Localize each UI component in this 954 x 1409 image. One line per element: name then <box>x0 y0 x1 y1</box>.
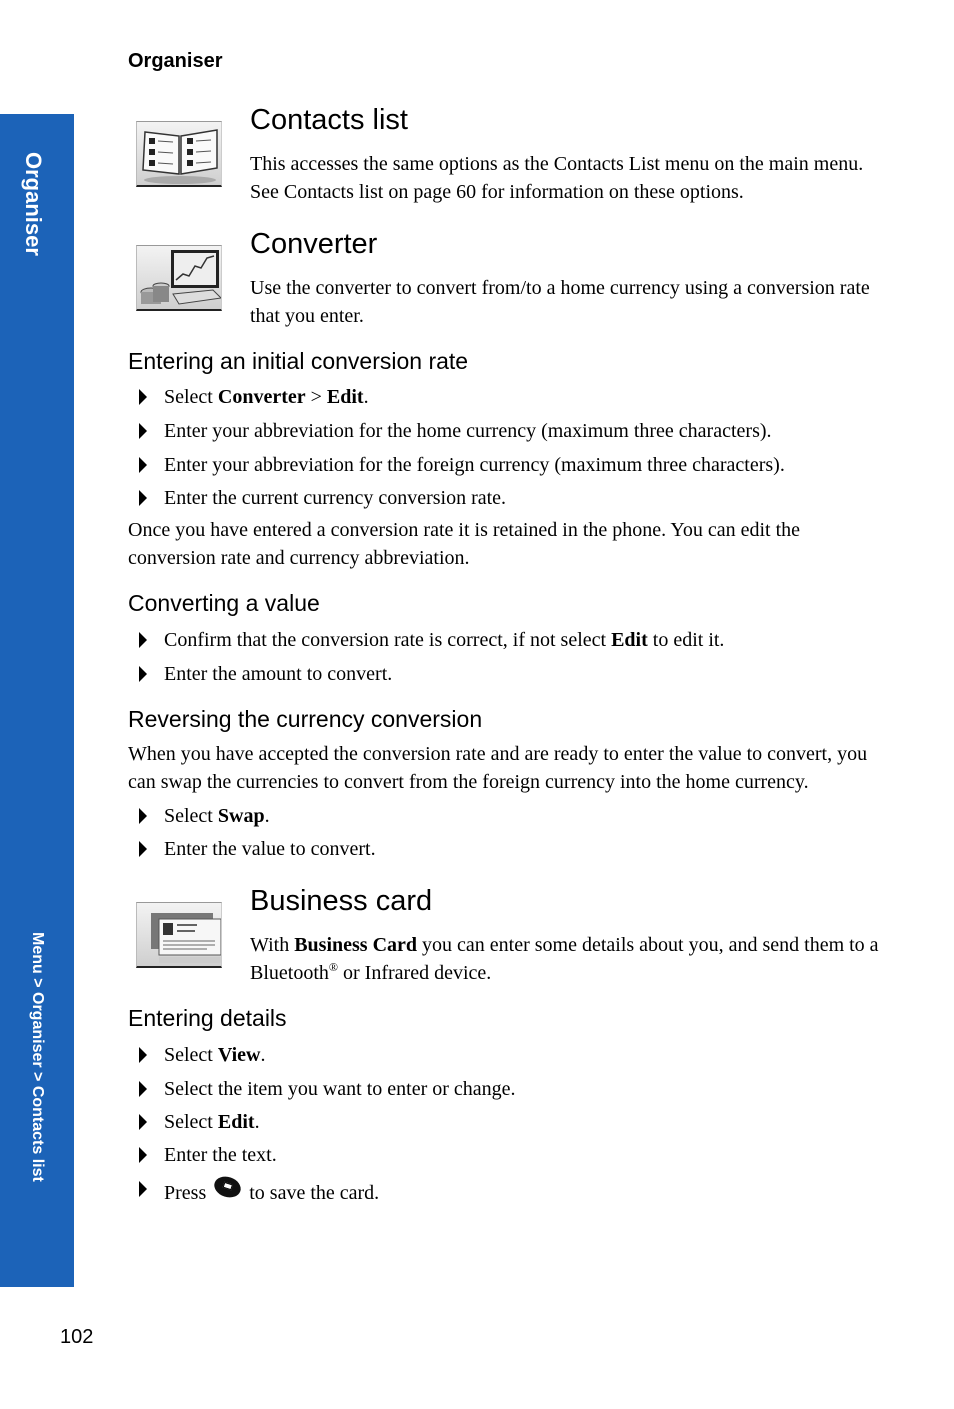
bullet-arrow-icon <box>139 490 147 506</box>
subheading-entering-details: Entering details <box>128 1005 287 1031</box>
list-item: Press to save the card. <box>128 1173 379 1205</box>
bullet-arrow-icon <box>139 423 147 439</box>
list-item: Select Edit. <box>128 1110 260 1134</box>
section-title-converter: Converter <box>250 228 378 260</box>
converter-chart-icon <box>136 245 222 311</box>
bullet-arrow-icon <box>139 1147 147 1163</box>
bullet-arrow-icon <box>139 808 147 824</box>
list-item: Enter the current currency conversion ra… <box>128 486 506 510</box>
subheading-initial-rate: Entering an initial conversion rate <box>128 348 469 374</box>
business-card-icon <box>136 902 222 968</box>
page-number: 102 <box>60 1326 94 1348</box>
converter-description: Use the converter to convert from/to a h… <box>250 277 870 327</box>
bullet-arrow-icon <box>139 389 147 405</box>
bullet-arrow-icon <box>139 666 147 682</box>
section-title-contacts-list: Contacts list <box>250 104 408 136</box>
bullet-arrow-icon <box>139 457 147 473</box>
initial-rate-note: Once you have entered a conversion rate … <box>128 519 801 569</box>
list-item: Confirm that the conversion rate is corr… <box>128 628 724 652</box>
list-item: Enter the text. <box>128 1143 277 1167</box>
side-tab-section: Organiser <box>21 152 46 256</box>
contacts-list-description: This accesses the same options as the Co… <box>250 153 864 203</box>
list-item: Enter your abbreviation for the foreign … <box>128 453 785 477</box>
bullet-arrow-icon <box>139 1047 147 1063</box>
list-item: Select Converter > Edit. <box>128 385 369 409</box>
list-item: Select View. <box>128 1043 265 1067</box>
bullet-arrow-icon <box>139 1181 147 1197</box>
message-key-icon <box>211 1173 244 1201</box>
list-item: Enter the value to convert. <box>128 837 376 861</box>
bullet-arrow-icon <box>139 841 147 857</box>
list-item: Enter your abbreviation for the home cur… <box>128 419 772 443</box>
business-card-description: With Business Card you can enter some de… <box>250 934 879 984</box>
list-item: Enter the amount to convert. <box>128 662 392 686</box>
contacts-book-icon <box>136 121 222 187</box>
bullet-arrow-icon <box>139 632 147 648</box>
bullet-arrow-icon <box>139 1081 147 1097</box>
side-tab: Organiser Menu > Organiser > Contacts li… <box>0 114 74 1287</box>
reversing-description: When you have accepted the conversion ra… <box>128 743 868 793</box>
list-item: Select the item you want to enter or cha… <box>128 1077 516 1101</box>
subheading-reversing: Reversing the currency conversion <box>128 706 483 732</box>
list-item: Select Swap. <box>128 804 270 828</box>
subheading-converting: Converting a value <box>128 590 320 616</box>
bullet-arrow-icon <box>139 1114 147 1130</box>
running-head: Organiser <box>128 50 223 72</box>
section-title-business-card: Business card <box>250 885 433 917</box>
side-tab-breadcrumb: Menu > Organiser > Contacts list <box>29 932 46 1182</box>
